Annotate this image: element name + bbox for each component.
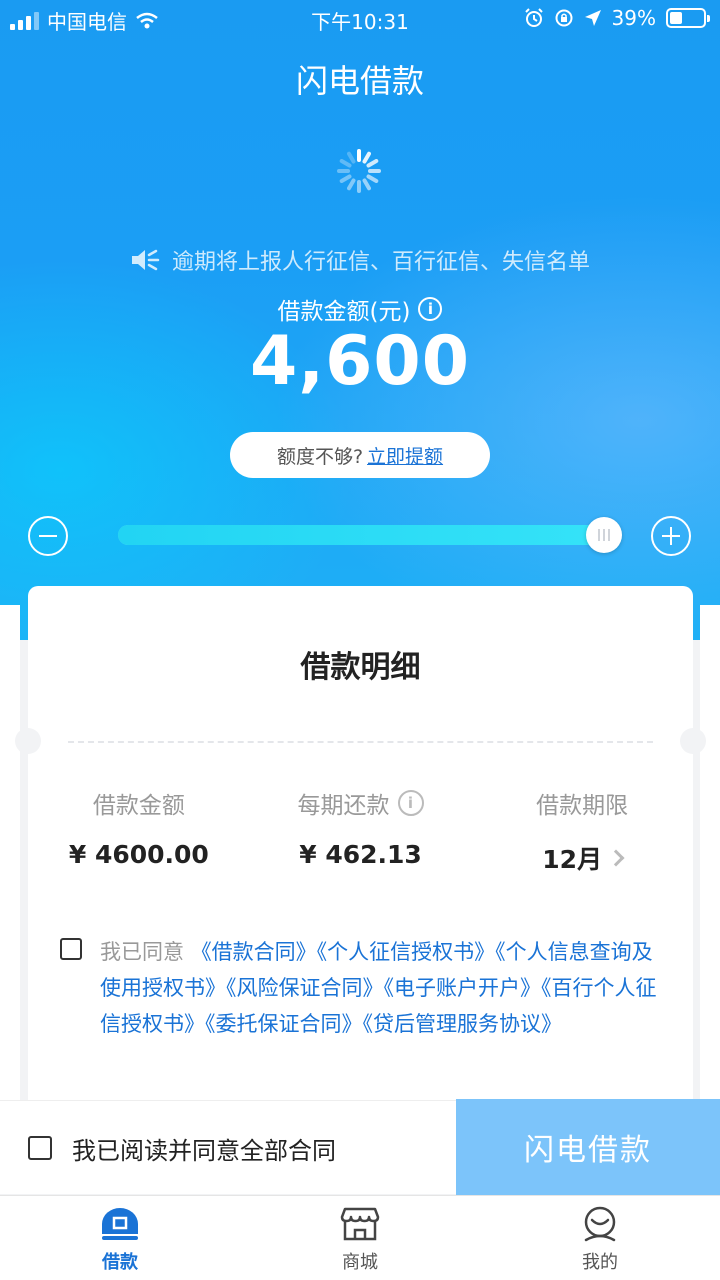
- raise-prompt: 额度不够?: [276, 445, 364, 468]
- tab-label: 借款: [102, 1252, 138, 1273]
- store-icon: [340, 1207, 380, 1241]
- detail-label: 每期还款: [297, 793, 390, 819]
- tab-profile[interactable]: 我的: [480, 1196, 720, 1280]
- rotation-lock-icon: [555, 9, 573, 27]
- read-all-label[interactable]: 我已阅读并同意全部合同: [72, 1131, 336, 1166]
- loan-amount: 4,600: [249, 322, 471, 401]
- detail-label: 借款期限: [536, 793, 629, 819]
- read-all-checkbox[interactable]: [28, 1136, 52, 1160]
- detail-title: 借款明细: [300, 650, 421, 685]
- ticket-notch-right: [680, 728, 706, 754]
- dashed-divider: [68, 741, 653, 743]
- battery-icon: [666, 8, 710, 28]
- detail-columns: 借款金额 ¥ 4600.00 每期还款 i ¥ 462.13 借款期限 12月: [28, 786, 693, 876]
- ticket-notch-left: [15, 728, 41, 754]
- status-bar: 中国电信 下午10:31 39%: [0, 0, 720, 36]
- chevron-right-icon: [607, 849, 625, 867]
- speaker-icon: [131, 249, 160, 271]
- detail-value: ¥ 4600.00: [68, 840, 209, 869]
- decrease-amount-button[interactable]: [28, 516, 68, 556]
- agreement-text: 我已同意 《借款合同》《个人征信授权书》《个人信息查询及使用授权书》《风险保证合…: [100, 934, 660, 1042]
- raise-limit-link[interactable]: 立即提额: [367, 442, 443, 469]
- amount-slider-track[interactable]: [118, 525, 616, 545]
- loan-icon: [102, 1208, 138, 1240]
- submit-loan-button[interactable]: 闪电借款: [456, 1099, 720, 1195]
- info-icon[interactable]: i: [418, 297, 443, 321]
- agreement-prefix: 我已同意: [100, 940, 191, 964]
- term-value[interactable]: 12月: [542, 840, 602, 876]
- tab-store[interactable]: 商城: [240, 1196, 480, 1280]
- detail-col-amount: 借款金额 ¥ 4600.00: [28, 786, 250, 876]
- detail-value: ¥ 462.13: [299, 840, 422, 869]
- notice-text: 逾期将上报人行征信、百行征信、失信名单: [171, 250, 590, 275]
- detail-col-term[interactable]: 借款期限 12月: [471, 786, 693, 876]
- detail-label: 借款金额: [92, 793, 185, 819]
- right-card-edge: [700, 605, 720, 1100]
- alarm-icon: [524, 8, 543, 27]
- tab-bar: 借款 商城 我的: [0, 1195, 720, 1280]
- amount-slider-fill: [118, 525, 616, 545]
- page-title: 闪电借款: [295, 62, 424, 100]
- amount-slider-handle[interactable]: [586, 517, 622, 553]
- battery-percent: 39%: [611, 6, 656, 30]
- left-card-edge: [0, 605, 20, 1100]
- location-icon: [584, 10, 601, 26]
- bottom-action-bar: 我已阅读并同意全部合同 闪电借款: [0, 1099, 720, 1195]
- installment-info-icon[interactable]: i: [397, 790, 424, 816]
- amount-label-text: 借款金额(元): [277, 299, 411, 325]
- loading-spinner-icon: [337, 149, 381, 193]
- tab-label: 商城: [342, 1252, 378, 1273]
- profile-icon: [584, 1206, 616, 1242]
- tab-loan[interactable]: 借款: [0, 1196, 240, 1280]
- increase-amount-button[interactable]: [651, 516, 691, 556]
- detail-col-installment: 每期还款 i ¥ 462.13: [250, 786, 472, 876]
- raise-limit-pill[interactable]: 额度不够? 立即提额: [230, 432, 490, 478]
- amount-label: 借款金额(元) i: [0, 292, 720, 326]
- overdue-notice: 逾期将上报人行征信、百行征信、失信名单: [0, 244, 720, 276]
- agreement-checkbox[interactable]: [60, 938, 82, 960]
- tab-label: 我的: [582, 1252, 618, 1273]
